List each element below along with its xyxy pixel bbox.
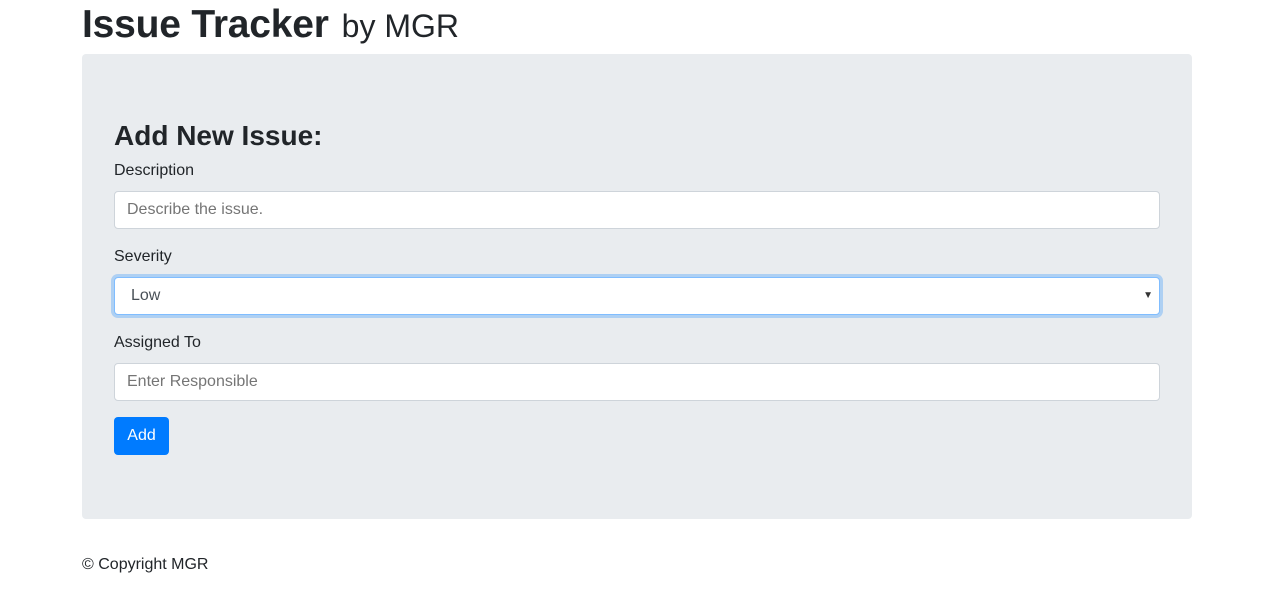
app-title-main: Issue Tracker (82, 3, 329, 46)
description-input[interactable] (114, 191, 1160, 229)
footer-copyright: © Copyright MGR (82, 556, 209, 573)
app-title-subtitle: by MGR (341, 8, 459, 44)
chevron-down-icon: ▼ (1143, 290, 1153, 301)
severity-selected-value: Low (131, 287, 161, 304)
severity-label: Severity (114, 248, 172, 265)
app-title: Issue Tracker by MGR (82, 2, 459, 49)
form-heading: Add New Issue: (114, 120, 323, 151)
assigned-to-label: Assigned To (114, 334, 201, 351)
description-label: Description (114, 162, 195, 179)
assigned-to-input[interactable] (114, 363, 1160, 401)
issue-form-panel: Add New Issue: Description Severity Low … (82, 54, 1192, 519)
add-button[interactable]: Add (114, 417, 169, 455)
severity-select[interactable]: Low ▼ (114, 277, 1160, 315)
